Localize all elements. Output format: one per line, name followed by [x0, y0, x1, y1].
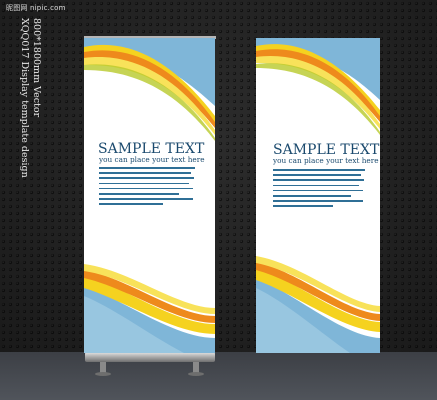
banner-subtitle: you can place your text here — [273, 156, 379, 165]
banner-body-text — [99, 167, 195, 209]
banner-right: SAMPLE TEXT you can place your text here — [256, 38, 380, 353]
banner-subtitle: you can place your text here — [99, 155, 205, 164]
banner-left: SAMPLE TEXT you can place your text here — [84, 38, 215, 353]
banner-body-text — [273, 169, 365, 211]
